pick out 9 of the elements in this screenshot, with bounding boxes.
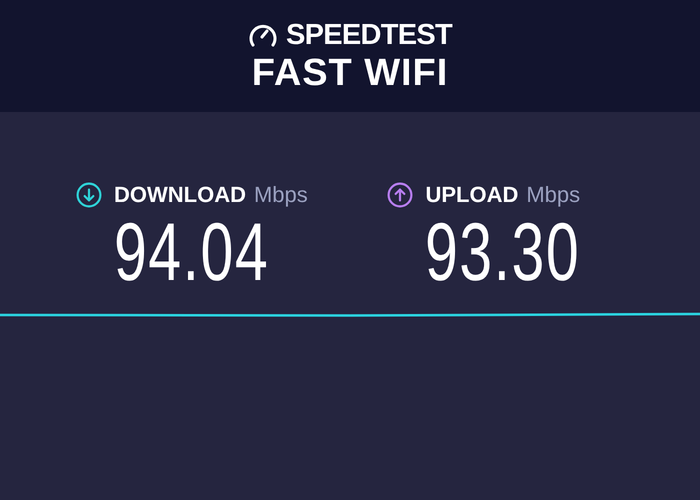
speedtest-logo: SPEEDTEST: [286, 20, 452, 50]
unit-label: Mbps: [254, 184, 308, 206]
unit-label: Mbps: [526, 184, 580, 206]
metric-label: UPLOAD: [425, 184, 518, 206]
speedometer-icon: [248, 22, 278, 48]
metric-label: DOWNLOAD: [114, 184, 246, 206]
speed-value: 93.30: [425, 212, 581, 294]
page-title: FAST WIFI: [252, 54, 448, 92]
speed-value: 94.04: [114, 212, 270, 294]
